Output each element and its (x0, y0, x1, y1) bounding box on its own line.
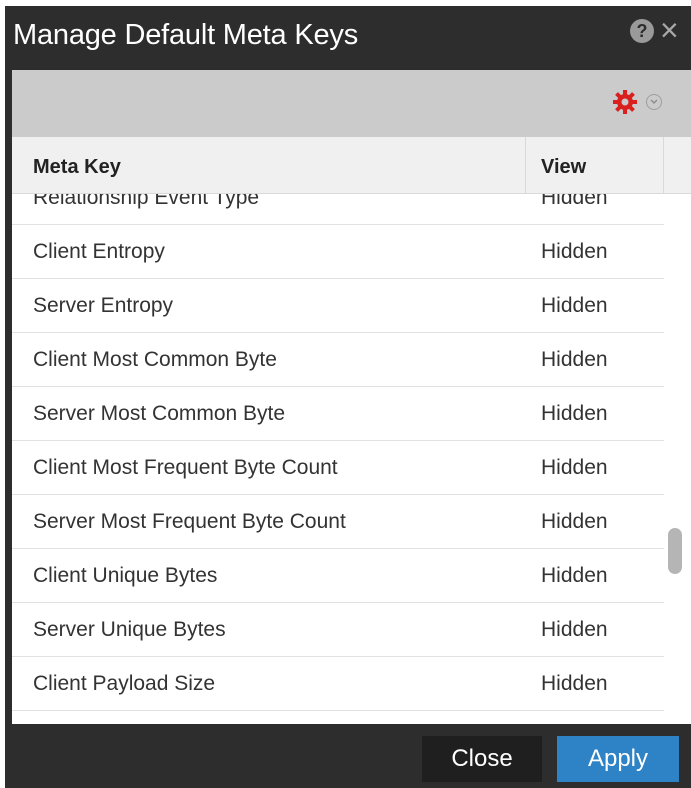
table-row[interactable]: Server Unique Bytes Hidden (12, 603, 664, 657)
close-icon[interactable]: × (660, 12, 679, 48)
column-header-meta-key[interactable]: Meta Key (33, 156, 121, 179)
table-row[interactable]: Relationship Event Type Hidden (12, 194, 664, 225)
view-cell[interactable]: Hidden (541, 194, 608, 210)
table-row[interactable]: Client Unique Bytes Hidden (12, 549, 664, 603)
view-cell[interactable]: Hidden (541, 456, 608, 480)
view-cell[interactable]: Hidden (541, 510, 608, 534)
table-row[interactable]: Client Payload Size Hidden (12, 657, 664, 711)
meta-key-cell: Client Entropy (33, 240, 165, 263)
meta-key-cell: Server Most Common Byte (33, 402, 286, 425)
table-row[interactable]: Client Most Common Byte Hidden (12, 333, 664, 387)
dialog-body: Meta Key View Relationship Event Type Hi… (12, 70, 691, 724)
gear-icon[interactable] (612, 89, 638, 115)
view-cell[interactable]: Hidden (541, 672, 608, 696)
manage-meta-keys-dialog: Manage Default Meta Keys ? × Meta Key Vi… (5, 6, 691, 788)
meta-key-cell: Client Unique Bytes (33, 564, 218, 587)
column-header-view[interactable]: View (541, 156, 586, 179)
close-button[interactable]: Close (422, 736, 542, 782)
dialog-titlebar: Manage Default Meta Keys ? × (5, 6, 691, 70)
table-row[interactable]: Client Entropy Hidden (12, 225, 664, 279)
meta-key-cell: Relationship Event Type (33, 194, 260, 209)
table-row[interactable]: Client Most Frequent Byte Count Hidden (12, 441, 664, 495)
table-row[interactable]: Server Most Frequent Byte Count Hidden (12, 495, 664, 549)
table-toolbar (12, 70, 691, 137)
view-cell[interactable]: Hidden (541, 564, 608, 588)
meta-key-cell: Server Most Frequent Byte Count (33, 510, 346, 533)
dialog-title: Manage Default Meta Keys (13, 19, 358, 51)
view-cell[interactable]: Hidden (541, 402, 608, 426)
meta-key-cell: Client Most Frequent Byte Count (33, 456, 338, 479)
column-divider (663, 137, 664, 194)
view-cell[interactable]: Hidden (541, 348, 608, 372)
table-header: Meta Key View (12, 137, 691, 194)
apply-button[interactable]: Apply (557, 736, 679, 782)
meta-key-cell: Server Entropy (33, 294, 174, 317)
column-divider (525, 137, 526, 194)
chevron-down-icon[interactable] (646, 94, 662, 110)
dialog-footer: Close Apply (5, 724, 691, 788)
scrollbar-track[interactable] (664, 194, 691, 724)
view-cell[interactable]: Hidden (541, 294, 608, 318)
meta-key-cell: Server Unique Bytes (33, 618, 226, 641)
meta-key-cell: Client Most Common Byte (33, 348, 277, 371)
view-cell[interactable]: Hidden (541, 240, 608, 264)
table-body: Relationship Event Type Hidden Client En… (12, 194, 664, 724)
scrollbar-thumb[interactable] (668, 528, 682, 574)
meta-key-cell: Client Payload Size (33, 672, 216, 695)
table-row[interactable]: Server Entropy Hidden (12, 279, 664, 333)
help-icon[interactable]: ? (630, 19, 654, 43)
table-row[interactable]: Server Most Common Byte Hidden (12, 387, 664, 441)
view-cell[interactable]: Hidden (541, 618, 608, 642)
